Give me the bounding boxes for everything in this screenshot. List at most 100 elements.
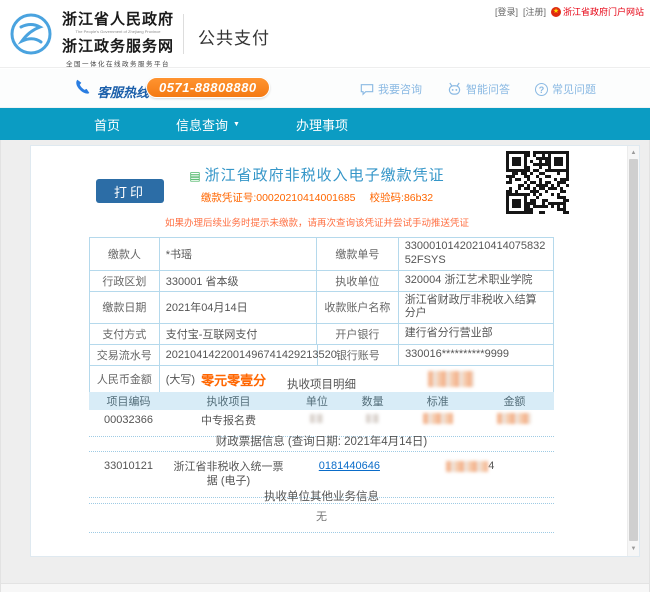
voucher-no: 缴款凭证号:00020210414001685 [201, 192, 356, 204]
ticket-section-title: 财政票据信息 (查询日期: 2021年4月14日) [89, 433, 554, 449]
detail-code: 00032366 [89, 414, 168, 426]
row-label: 执收单位 [317, 271, 399, 291]
detail-section-title: 执收项目明细 [89, 376, 554, 392]
ticket-amount-tail: 4 [488, 460, 494, 472]
national-emblem-icon: ★ [551, 7, 561, 17]
chat-bubble-icon [360, 83, 374, 96]
question-icon: ? [535, 83, 548, 96]
voucher-number-line: 缴款凭证号:00020210414001685 校验码:86b32 [131, 190, 503, 205]
row-label: 行政区划 [90, 271, 160, 291]
row-value: 浙江省财政厅非税收入结算分户 [399, 292, 553, 324]
row-value: 2021年04月14日 [160, 292, 317, 324]
row-value: 330001 省本级 [160, 271, 317, 291]
phone-icon [74, 78, 91, 100]
detail-item: 中专报名费 [168, 412, 289, 428]
table-row: 行政区划 330001 省本级 执收单位 320004 浙江艺术职业学院 [90, 271, 553, 292]
ticket-number-link[interactable]: 0181440646 [319, 460, 380, 472]
col-header: 数量 [345, 393, 401, 409]
row-label: 收款账户名称 [317, 292, 399, 324]
nav-home-label: 首页 [94, 115, 120, 134]
chevron-down-icon: ▼ [233, 121, 240, 128]
redacted-standard [401, 413, 475, 427]
public-payment-page: 浙江省人民政府 The People's Government of Zheji… [0, 0, 650, 592]
table-row: 缴款日期 2021年04月14日 收款账户名称 浙江省财政厅非税收入结算分户 [90, 292, 553, 325]
service-site-name: 浙江政务服务网 [58, 35, 178, 56]
col-header: 单位 [289, 393, 345, 409]
row-label: 缴款日期 [90, 292, 160, 324]
hotline-bar: 客服热线 0571-88808880 我要咨询 智能问答 ? 常见问题 [0, 69, 650, 108]
other-section-title: 执收单位其他业务信息 [89, 488, 554, 504]
ticket-name: 浙江省非税收入统一票据 (电子) [168, 456, 289, 489]
row-value: 建行省分行营业部 [399, 324, 553, 344]
hotline-links: 我要咨询 智能问答 ? 常见问题 [360, 81, 596, 97]
consult-link[interactable]: 我要咨询 [360, 81, 422, 97]
header-links: [登录] [注册] ★浙江省政府门户网站 [495, 5, 644, 18]
footer-strip [1, 583, 649, 592]
faq-label: 常见问题 [552, 81, 596, 97]
row-label: 缴款人 [90, 238, 160, 270]
login-link[interactable]: [登录] [495, 5, 518, 18]
main-nav: 首页 信息查询 ▼ 办理事项 [0, 108, 650, 140]
table-row: 缴款人 *书瑶 缴款单号 3300010142021041407583252FS… [90, 238, 553, 271]
smart-qa-label: 智能问答 [466, 81, 510, 97]
col-header: 标准 [401, 393, 475, 409]
table-row: 交易流水号 2021041422001496741429213520 银行账号 … [90, 345, 553, 366]
platform-subtitle: 全国一体化在线政务服务平台 [58, 58, 178, 68]
voucher-title: ▤ 浙江省政府非税收入电子缴款凭证 [131, 164, 503, 185]
redacted-quantity [345, 414, 401, 426]
panel-scrollbar[interactable]: ▲ ▼ [627, 146, 639, 556]
hotline-label: 客服热线 [97, 82, 149, 101]
scrollbar-thumb[interactable] [629, 159, 638, 541]
header-divider [183, 14, 184, 54]
col-header: 金额 [475, 393, 554, 409]
row-value: 2021041422001496741429213520 [160, 345, 318, 365]
nav-home[interactable]: 首页 [80, 108, 134, 140]
zhejiang-gov-logo-icon[interactable] [8, 11, 54, 57]
register-link[interactable]: [注册] [523, 5, 546, 18]
col-header: 执收项目 [168, 393, 289, 409]
row-value: 3300010142021041407583252FSYS [399, 238, 553, 270]
page-title: 公共支付 [198, 24, 270, 49]
gov-name-cn: 浙江省人民政府 [58, 8, 178, 29]
row-label: 支付方式 [90, 324, 160, 344]
row-value: 330016**********9999 [399, 345, 553, 365]
scroll-down-icon[interactable]: ▼ [628, 543, 639, 555]
voucher-warning: 如果办理后续业务时提示未缴款，请再次查询该凭证并尝试手动推送凭证 [131, 215, 503, 229]
nav-handle-matters-label: 办理事项 [296, 115, 348, 134]
receipt-doc-icon: ▤ [189, 169, 201, 183]
consult-label: 我要咨询 [378, 81, 422, 97]
row-value: 320004 浙江艺术职业学院 [399, 271, 553, 291]
payment-info-table: 缴款人 *书瑶 缴款单号 3300010142021041407583252FS… [89, 237, 554, 393]
redacted-money [475, 413, 554, 427]
ticket-link-cell: 0181440646 [289, 456, 410, 472]
row-value: 支付宝-互联网支付 [160, 324, 317, 344]
voucher-title-text: 浙江省政府非税收入电子缴款凭证 [205, 167, 445, 184]
smart-qa-link[interactable]: 智能问答 [447, 81, 510, 97]
portal-link[interactable]: ★浙江省政府门户网站 [551, 5, 644, 18]
nav-handle-matters[interactable]: 办理事项 [282, 108, 362, 140]
scroll-up-icon[interactable]: ▲ [628, 147, 639, 159]
row-label: 开户银行 [317, 324, 399, 344]
row-label: 缴款单号 [317, 238, 399, 270]
nav-info-query-label: 信息查询 [176, 115, 228, 134]
row-label: 银行账号 [318, 345, 399, 365]
row-label: 交易流水号 [90, 345, 160, 365]
hotline-number-badge[interactable]: 0571-88808880 [146, 77, 270, 98]
qr-code [506, 151, 569, 214]
gov-name-en: The People's Government of Zhejiang Prov… [64, 29, 172, 34]
table-row: 支付方式 支付宝-互联网支付 开户银行 建行省分行营业部 [90, 324, 553, 345]
site-logo-text: 浙江省人民政府 The People's Government of Zheji… [58, 8, 178, 68]
robot-icon [447, 82, 462, 96]
redacted-unit [289, 414, 345, 426]
col-header: 项目编码 [89, 393, 168, 409]
voucher-title-block: ▤ 浙江省政府非税收入电子缴款凭证 缴款凭证号:00020210414001685… [131, 164, 503, 229]
faq-link[interactable]: ? 常见问题 [535, 81, 596, 97]
site-header: 浙江省人民政府 The People's Government of Zheji… [0, 0, 650, 68]
ticket-code: 33010121 [89, 456, 168, 472]
ticket-amount-cell: 4 [410, 456, 531, 472]
nav-info-query[interactable]: 信息查询 ▼ [162, 108, 254, 140]
check-code: 校验码:86b32 [370, 192, 434, 204]
voucher-panel: 打印 ▤浙江省政府非税收入电子缴款凭证 缴款凭证号:00020210414001… [30, 145, 640, 557]
row-value: *书瑶 [160, 238, 317, 270]
detail-table-header: 项目编码 执收项目 单位 数量 标准 金额 [89, 392, 554, 410]
